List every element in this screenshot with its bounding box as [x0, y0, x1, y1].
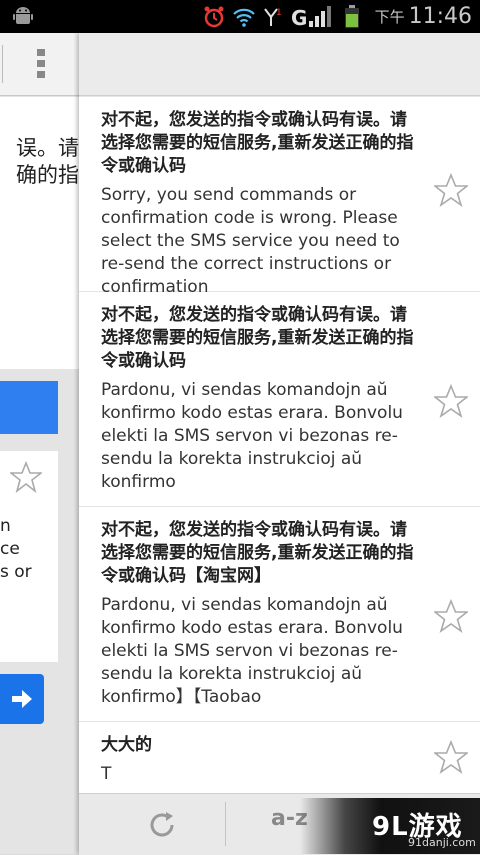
previous-en-line: s or — [0, 562, 32, 582]
previous-en-line: ce — [0, 539, 20, 559]
status-bar: 1 G 下午 11:46 — [0, 0, 480, 33]
am-pm-label: 下午 — [374, 8, 405, 26]
list-item[interactable]: 对不起，您发送的指令或确认码有误。请选择您需要的短信服务,重新发送正确的指令或确… — [79, 507, 480, 722]
wifi-icon — [231, 5, 257, 29]
toolbar-divider — [2, 45, 3, 83]
previous-text-line: 确的指 — [16, 163, 79, 187]
message-chinese: 对不起，您发送的指令或确认码有误。请选择您需要的短信服务,重新发送正确的指令或确… — [101, 520, 414, 586]
top-bar — [79, 33, 480, 96]
g-signal-icon: G — [291, 5, 335, 29]
message-chinese: 对不起，您发送的指令或确认码有误。请选择您需要的短信服务,重新发送正确的指令或确… — [101, 110, 414, 176]
blue-banner[interactable] — [0, 381, 58, 434]
clock: 11:46 — [408, 4, 472, 29]
message-english: T — [101, 764, 112, 784]
android-icon — [13, 7, 33, 24]
watermark-site: 91danji.com — [408, 836, 476, 849]
previous-message-text: 误。请 确的指 — [0, 135, 79, 189]
star-icon[interactable] — [10, 461, 42, 493]
star-icon[interactable] — [434, 740, 468, 774]
previous-text-line: 误。请 — [16, 136, 79, 160]
arrow-right-icon — [12, 690, 32, 708]
message-chinese: 大大的 — [101, 735, 152, 755]
message-chinese: 对不起，您发送的指令或确认码有误。请选择您需要的短信服务,重新发送正确的指令或确… — [101, 305, 414, 371]
star-icon[interactable] — [434, 173, 468, 207]
battery-icon — [339, 4, 365, 29]
list-item[interactable]: 大大的 T — [79, 722, 480, 793]
star-icon[interactable] — [434, 384, 468, 418]
list-item[interactable]: 对不起，您发送的指令或确认码有误。请选择您需要的短信服务,重新发送正确的指令或确… — [79, 97, 480, 297]
toolbar-separator — [225, 802, 226, 846]
message-english: Pardonu, vi sendas komandojn aŭ konfirmo… — [101, 595, 403, 707]
previous-page-toolbar — [0, 33, 79, 96]
svg-text:G: G — [291, 6, 307, 29]
signal-icon: 1 — [261, 5, 287, 29]
svg-text:1: 1 — [276, 8, 282, 18]
list-item[interactable]: 对不起，您发送的指令或确认码有误。请选择您需要的短信服务,重新发送正确的指令或确… — [79, 292, 480, 507]
message-english: Pardonu, vi sendas komandojn aŭ konfirmo… — [101, 380, 403, 492]
previous-page-panel[interactable]: 误。请 确的指 n ce s or — [0, 33, 79, 854]
alarm-icon — [201, 5, 227, 29]
refresh-icon[interactable] — [145, 808, 179, 842]
next-button[interactable] — [0, 674, 44, 724]
previous-en-line: n — [0, 516, 11, 536]
overflow-menu-icon[interactable] — [37, 49, 45, 79]
message-english: Sorry, you send commands or confirmation… — [101, 185, 400, 297]
star-icon[interactable] — [434, 599, 468, 633]
message-list-panel: 对不起，您发送的指令或确认码有误。请选择您需要的短信服务,重新发送正确的指令或确… — [79, 33, 480, 855]
message-list[interactable]: 对不起，您发送的指令或确认码有误。请选择您需要的短信服务,重新发送正确的指令或确… — [79, 97, 480, 793]
previous-english-text: n ce s or — [0, 515, 58, 584]
